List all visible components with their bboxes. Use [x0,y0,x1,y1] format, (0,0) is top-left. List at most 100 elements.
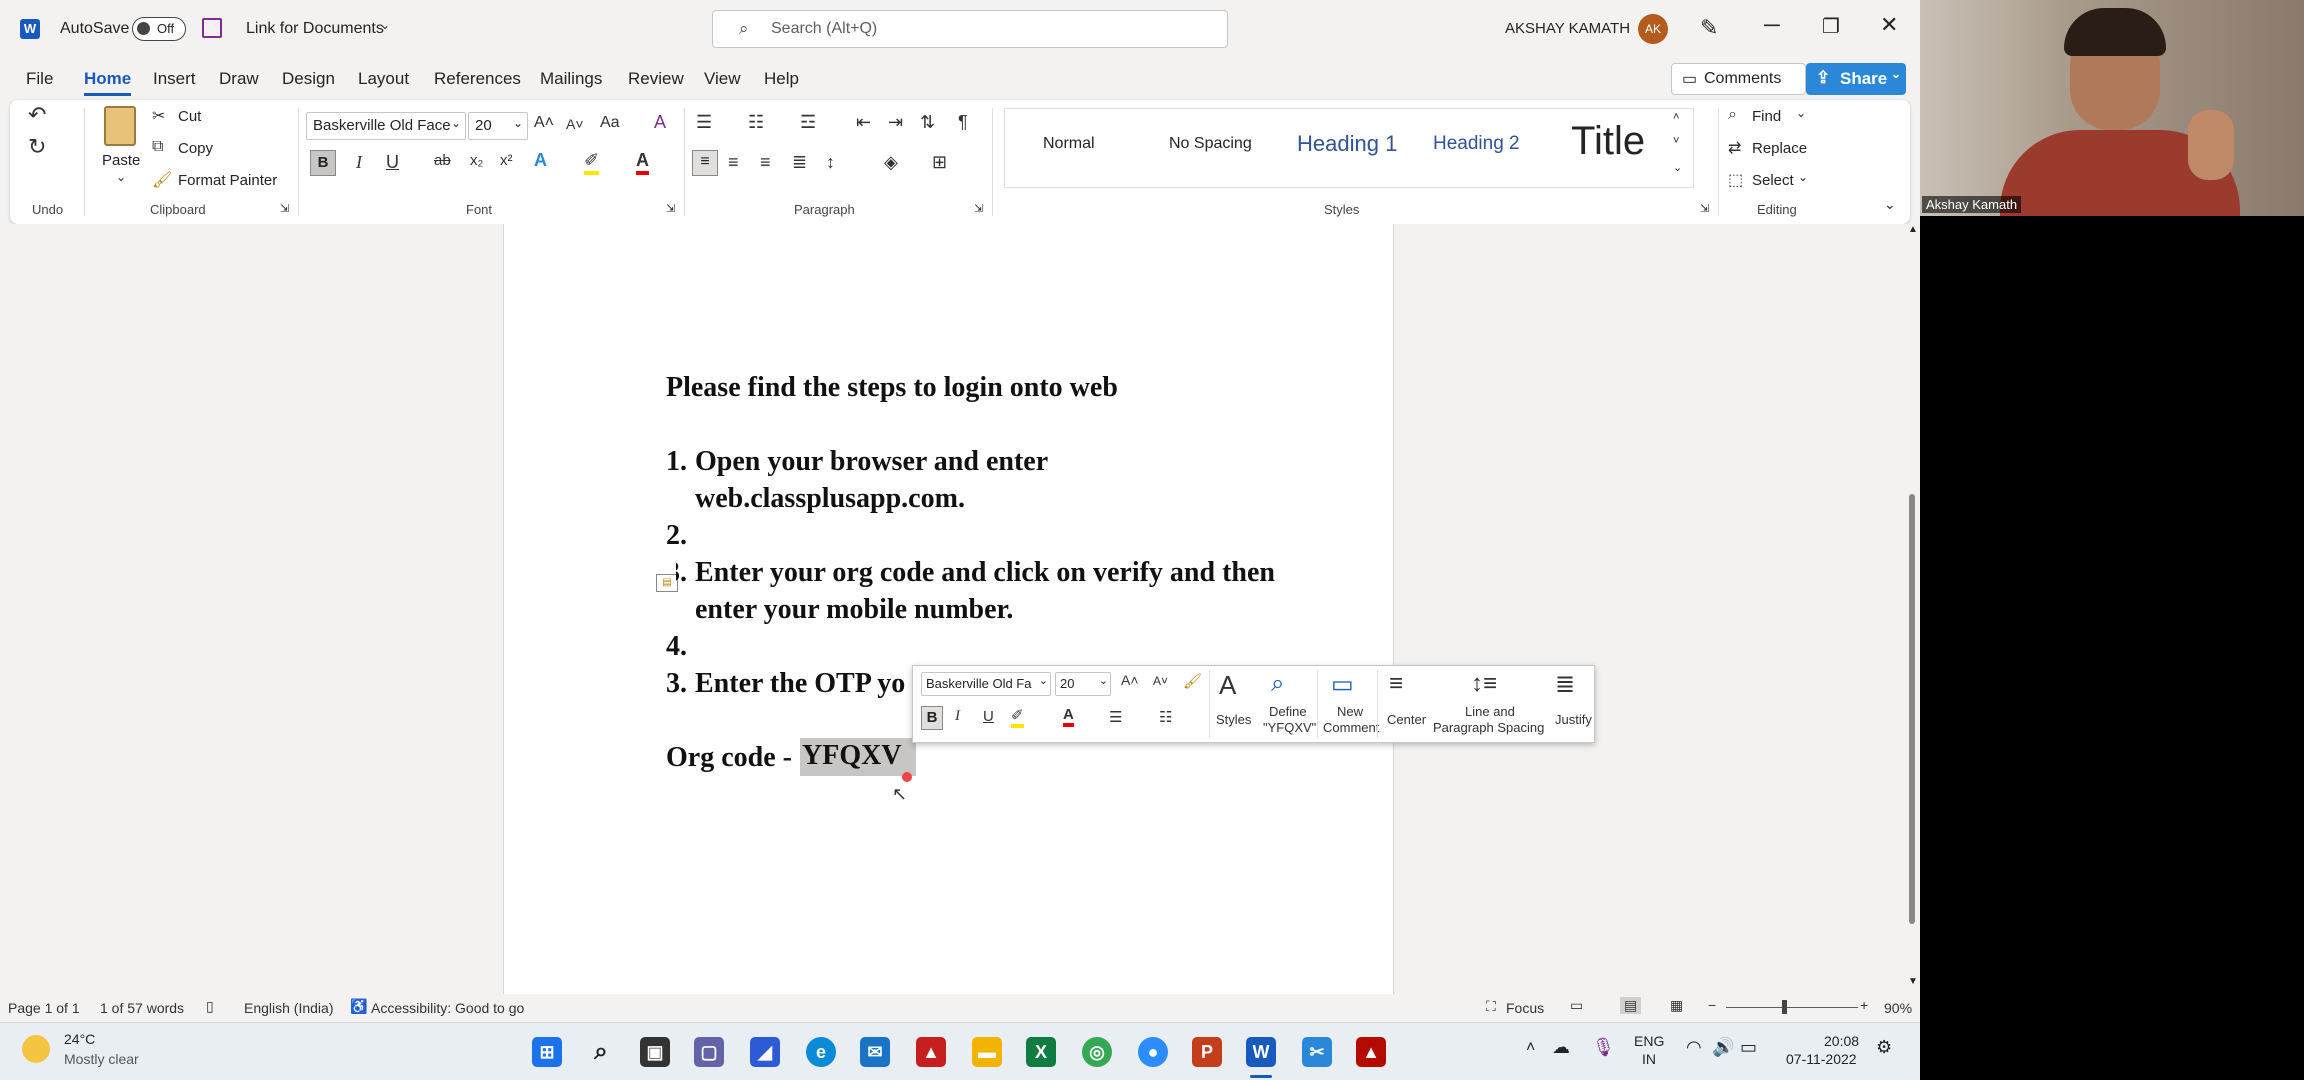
mini-line-spacing-label[interactable]: Line and [1465,704,1515,720]
define-icon[interactable]: ⌕ [1271,670,1284,698]
multilevel-list-icon[interactable]: ☲ [800,112,816,133]
acrobat-icon[interactable]: ▲ [916,1037,946,1067]
list-item-text[interactable]: Open your browser and enter [695,446,1048,478]
dialog-launcher-icon[interactable]: ⇲ [666,202,675,215]
clear-formatting-icon[interactable]: A [654,112,666,133]
accessibility-status[interactable]: Accessibility: Good to go [371,1000,524,1016]
align-right-icon[interactable]: ≡ [760,152,771,173]
zoom-out-icon[interactable]: − [1708,997,1716,1013]
chevron-down-icon[interactable]: ⌄ [1798,170,1808,184]
selection-handle[interactable] [902,772,912,782]
weather-desc[interactable]: Mostly clear [64,1051,139,1067]
text-effects-icon[interactable]: A [534,150,547,171]
select-icon[interactable]: ⬚ [1728,170,1743,190]
mini-new-comment-label[interactable]: New [1337,704,1363,720]
change-case-icon[interactable]: Aa [600,114,620,132]
document-page[interactable]: Please find the steps to login onto web … [503,224,1394,994]
redo-icon[interactable]: ↻ [28,134,46,160]
lang-eng[interactable]: ENG [1634,1033,1664,1049]
zoom-slider[interactable] [1726,1000,1858,1014]
chat-icon[interactable]: ▢ [694,1037,724,1067]
shrink-font-icon[interactable]: A˅ [566,116,584,132]
focus-button[interactable]: Focus [1506,1000,1544,1016]
tab-references[interactable]: References [434,69,521,89]
user-name[interactable]: AKSHAY KAMATH [1505,20,1630,37]
file-explorer-icon[interactable]: ▬ [972,1037,1002,1067]
list-item-text[interactable]: enter your mobile number. [695,594,1013,626]
justify-icon[interactable]: ≣ [792,152,807,173]
tab-insert[interactable]: Insert [153,69,196,89]
cut-button[interactable]: Cut [178,108,201,125]
scroll-down-icon[interactable]: ˅ [1673,135,1679,147]
list-item-text[interactable]: web.classplusapp.com. [695,483,965,515]
orgcode-value-selected[interactable]: YFQXV [800,738,916,776]
superscript-button[interactable]: x² [500,152,513,169]
scroll-thumb[interactable] [1909,494,1915,924]
highlight-icon[interactable]: ✐ [1011,706,1024,728]
print-layout-icon[interactable]: ▤ [1620,997,1642,1014]
zoom-level[interactable]: 90% [1884,1000,1912,1016]
shading-icon[interactable]: ◈ [884,152,898,173]
subscript-button[interactable]: x₂ [470,152,483,169]
focus-icon[interactable]: ⛶ [1486,998,1496,1015]
wifi-icon[interactable]: ◠ [1686,1037,1702,1058]
mini-bold-button[interactable]: B [921,706,943,730]
font-color-icon[interactable]: A [1063,706,1074,727]
minimize-icon[interactable]: ─ [1764,12,1780,38]
replace-button[interactable]: Replace [1752,140,1807,157]
align-left-button[interactable]: ≡ [692,150,718,176]
pen-icon[interactable]: ✎ [1700,15,1718,41]
search-icon[interactable]: ⌕ [586,1037,616,1067]
edge-icon[interactable]: e [806,1037,836,1067]
scroll-down-icon[interactable]: ▼ [1908,976,1918,987]
find-icon[interactable]: ⌕ [1728,106,1737,124]
tab-mailings[interactable]: Mailings [540,69,602,89]
chevron-down-icon[interactable]: ⌄ [380,18,390,32]
mini-center-button[interactable]: Center [1387,712,1426,728]
bold-button[interactable]: B [310,150,336,176]
orgcode-label[interactable]: Org code - [666,742,792,774]
task-view-icon[interactable]: ▣ [640,1037,670,1067]
list-item-text[interactable]: Enter your org code and click on verify … [695,557,1275,589]
align-center-icon[interactable]: ≡ [728,152,739,173]
close-icon[interactable]: ✕ [1880,12,1898,38]
numbering-icon[interactable]: ☷ [1159,708,1172,726]
avatar[interactable]: AK [1638,14,1668,44]
mini-define-word[interactable]: "YFQXV" [1263,720,1316,736]
powerpoint-icon[interactable]: P [1192,1037,1222,1067]
find-button[interactable]: Find [1752,108,1781,125]
paste-options-icon[interactable]: ▤ [656,574,678,592]
mini-italic-button[interactable]: I [955,708,960,725]
style-normal[interactable]: Normal [1043,135,1095,153]
tab-home[interactable]: Home [84,69,132,96]
paste-button[interactable]: Paste ⌄ [98,106,146,196]
cut-icon[interactable]: ✂ [152,106,165,126]
mini-line-spacing-label-2[interactable]: Paragraph Spacing [1433,720,1544,736]
microphone-icon[interactable]: 🎙 [1592,1037,1615,1058]
weather-icon[interactable] [22,1035,50,1063]
dialog-launcher-icon[interactable]: ⇲ [280,202,289,215]
dialog-launcher-icon[interactable]: ⇲ [974,202,983,215]
chevron-down-icon[interactable]: ⌄ [1796,106,1806,120]
styles-icon[interactable]: A [1219,670,1236,701]
vertical-scrollbar[interactable]: ▲ ▼ [1904,224,1920,994]
language[interactable]: English (India) [244,1000,334,1016]
proofing-icon[interactable]: ▯ [206,998,214,1015]
replace-icon[interactable]: ⇄ [1728,138,1741,158]
page-count[interactable]: Page 1 of 1 [8,1000,80,1016]
bullets-icon[interactable]: ☰ [1109,708,1122,726]
scroll-up-icon[interactable]: ▲ [1908,224,1918,235]
undo-icon[interactable]: ↶ [28,102,46,128]
numbering-icon[interactable]: ☷ [748,112,764,133]
line-spacing-icon[interactable]: ↕ [826,152,835,173]
shrink-font-icon[interactable]: A˅ [1153,674,1168,688]
mini-styles-button[interactable]: Styles [1216,712,1251,728]
format-painter-button[interactable]: Format Painter [178,172,277,189]
format-painter-icon[interactable]: 🖌 [1183,672,1202,690]
save-icon[interactable] [202,18,222,38]
clock-date[interactable]: 07-11-2022 [1786,1051,1857,1067]
mini-font-name-dropdown[interactable]: Baskerville Old Fa ⌄ [921,672,1051,696]
tab-help[interactable]: Help [764,69,799,89]
style-no-spacing[interactable]: No Spacing [1169,135,1252,153]
font-size-dropdown[interactable]: 20 ⌄ [468,112,528,140]
